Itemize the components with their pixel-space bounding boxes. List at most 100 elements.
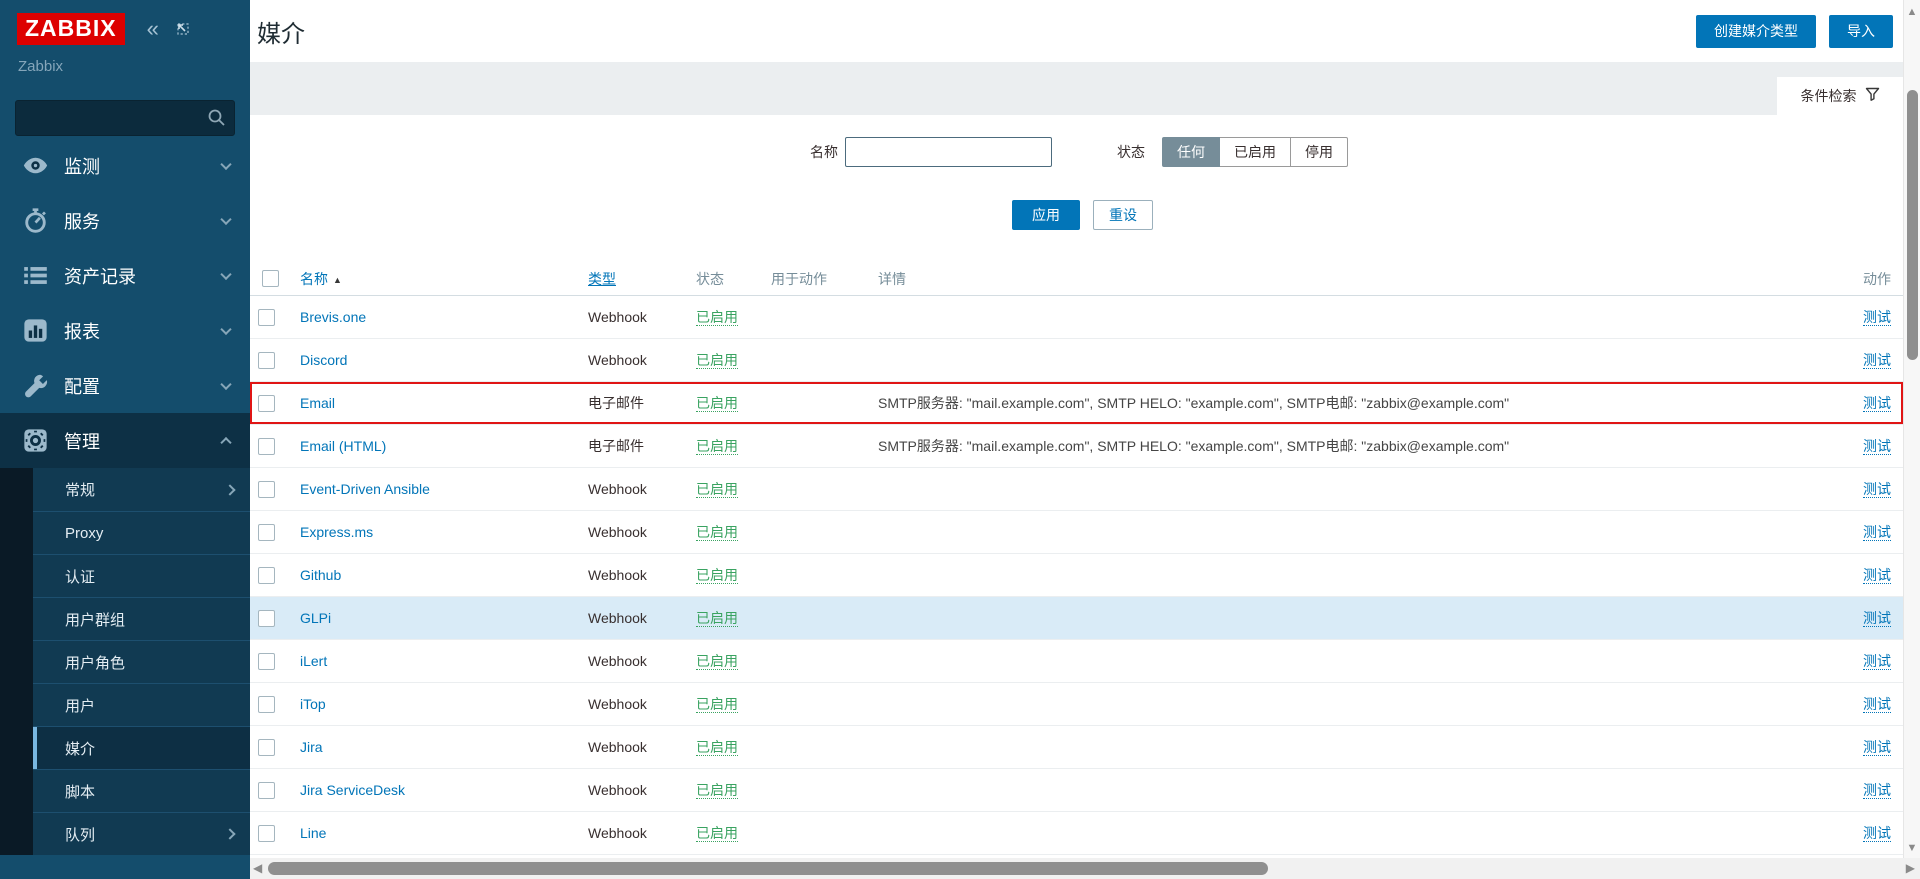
media-type-name-link[interactable]: iLert: [300, 653, 327, 669]
sidebar-submenu-item[interactable]: 认证: [33, 554, 250, 597]
chevron-icon: [220, 268, 231, 279]
row-checkbox[interactable]: [258, 653, 275, 670]
row-checkbox[interactable]: [258, 438, 275, 455]
status-option[interactable]: 任何: [1162, 137, 1220, 167]
expand-view-icon[interactable]: [175, 21, 191, 37]
filter-tab-label: 条件检索: [1801, 86, 1857, 106]
sidebar-submenu-item[interactable]: 用户: [33, 683, 250, 726]
horizontal-scrollbar-thumb[interactable]: [268, 862, 1268, 875]
row-checkbox[interactable]: [258, 696, 275, 713]
sidebar-item-eye[interactable]: 监测: [0, 138, 250, 193]
status-enabled-link[interactable]: 已启用: [696, 696, 738, 713]
status-enabled-link[interactable]: 已启用: [696, 309, 738, 326]
row-checkbox[interactable]: [258, 567, 275, 584]
test-link[interactable]: 测试: [1863, 395, 1891, 412]
status-enabled-link[interactable]: 已启用: [696, 782, 738, 799]
media-type-name-link[interactable]: Brevis.one: [300, 309, 366, 325]
test-link[interactable]: 测试: [1863, 567, 1891, 584]
scroll-down-icon[interactable]: ▼: [1904, 842, 1920, 854]
name-filter-input[interactable]: [845, 137, 1052, 167]
sidebar: ZABBIX « Zabbix 监测 服务: [0, 0, 250, 879]
status-enabled-link[interactable]: 已启用: [696, 438, 738, 455]
test-link[interactable]: 测试: [1863, 653, 1891, 670]
chevron-icon: [220, 323, 231, 334]
scroll-left-icon[interactable]: ◀: [253, 861, 262, 875]
status-enabled-link[interactable]: 已启用: [696, 524, 738, 541]
sidebar-submenu-item[interactable]: 队列: [33, 812, 250, 855]
media-type-type: Webhook: [580, 696, 688, 712]
status-enabled-link[interactable]: 已启用: [696, 567, 738, 584]
media-type-name-link[interactable]: Discord: [300, 352, 347, 368]
row-checkbox[interactable]: [258, 524, 275, 541]
vertical-scrollbar-thumb[interactable]: [1907, 90, 1918, 360]
status-enabled-link[interactable]: 已启用: [696, 739, 738, 756]
media-type-name-link[interactable]: Email: [300, 395, 335, 411]
sidebar-submenu-item[interactable]: Proxy: [33, 511, 250, 554]
row-checkbox[interactable]: [258, 739, 275, 756]
import-button[interactable]: 导入: [1829, 15, 1893, 48]
media-type-name-link[interactable]: Express.ms: [300, 524, 373, 540]
sort-by-type-link[interactable]: 类型: [588, 271, 616, 287]
search-input[interactable]: [15, 100, 235, 136]
status-enabled-link[interactable]: 已启用: [696, 352, 738, 369]
zabbix-logo[interactable]: ZABBIX: [17, 13, 125, 45]
media-type-type: Webhook: [580, 782, 688, 798]
select-all-checkbox[interactable]: [262, 270, 279, 287]
test-link[interactable]: 测试: [1863, 782, 1891, 799]
row-checkbox[interactable]: [258, 782, 275, 799]
sort-by-name-link[interactable]: 名称: [300, 271, 328, 287]
apply-button[interactable]: 应用: [1012, 200, 1080, 230]
test-link[interactable]: 测试: [1863, 309, 1891, 326]
collapse-sidebar-icon[interactable]: «: [147, 19, 159, 39]
server-name: Zabbix: [18, 58, 250, 75]
filter-tab[interactable]: 条件检索: [1777, 77, 1903, 115]
media-type-type: 电子邮件: [580, 436, 688, 456]
status-enabled-link[interactable]: 已启用: [696, 610, 738, 627]
row-checkbox[interactable]: [258, 352, 275, 369]
media-type-name-link[interactable]: iTop: [300, 696, 326, 712]
sidebar-submenu-item[interactable]: 常规: [33, 468, 250, 511]
row-checkbox[interactable]: [258, 309, 275, 326]
test-link[interactable]: 测试: [1863, 438, 1891, 455]
row-checkbox[interactable]: [258, 825, 275, 842]
reset-button[interactable]: 重设: [1093, 200, 1153, 230]
sidebar-submenu-item[interactable]: 用户角色: [33, 640, 250, 683]
vertical-scrollbar[interactable]: ▲ ▼: [1903, 0, 1920, 858]
test-link[interactable]: 测试: [1863, 352, 1891, 369]
row-checkbox[interactable]: [258, 481, 275, 498]
horizontal-scrollbar[interactable]: ◀ ▶: [250, 858, 1920, 879]
search-icon[interactable]: [206, 107, 227, 133]
media-type-name-link[interactable]: GLPi: [300, 610, 331, 626]
sidebar-submenu-item[interactable]: 用户群组: [33, 597, 250, 640]
row-checkbox[interactable]: [258, 610, 275, 627]
sidebar-item-stopwatch[interactable]: 服务: [0, 193, 250, 248]
sidebar-item-list[interactable]: 资产记录: [0, 248, 250, 303]
sidebar-submenu-item[interactable]: 媒介: [33, 726, 250, 769]
test-link[interactable]: 测试: [1863, 524, 1891, 541]
scroll-up-icon[interactable]: ▲: [1904, 6, 1920, 18]
media-type-name-link[interactable]: Github: [300, 567, 341, 583]
create-media-type-button[interactable]: 创建媒介类型: [1696, 15, 1816, 48]
row-checkbox[interactable]: [258, 395, 275, 412]
test-link[interactable]: 测试: [1863, 825, 1891, 842]
sidebar-submenu-item[interactable]: 脚本: [33, 769, 250, 812]
status-option[interactable]: 已启用: [1220, 137, 1291, 167]
test-link[interactable]: 测试: [1863, 610, 1891, 627]
test-link[interactable]: 测试: [1863, 696, 1891, 713]
media-type-name-link[interactable]: Line: [300, 825, 326, 841]
status-option[interactable]: 停用: [1291, 137, 1348, 167]
scroll-right-icon[interactable]: ▶: [1906, 861, 1915, 875]
test-link[interactable]: 测试: [1863, 739, 1891, 756]
status-enabled-link[interactable]: 已启用: [696, 395, 738, 412]
status-enabled-link[interactable]: 已启用: [696, 653, 738, 670]
media-type-name-link[interactable]: Jira: [300, 739, 323, 755]
media-type-name-link[interactable]: Jira ServiceDesk: [300, 782, 405, 798]
sidebar-item-wrench[interactable]: 配置: [0, 358, 250, 413]
media-type-name-link[interactable]: Email (HTML): [300, 438, 386, 454]
test-link[interactable]: 测试: [1863, 481, 1891, 498]
sidebar-item-chart[interactable]: 报表: [0, 303, 250, 358]
status-enabled-link[interactable]: 已启用: [696, 481, 738, 498]
media-type-name-link[interactable]: Event-Driven Ansible: [300, 481, 430, 497]
sidebar-item-gear[interactable]: 管理: [0, 413, 250, 468]
status-enabled-link[interactable]: 已启用: [696, 825, 738, 842]
